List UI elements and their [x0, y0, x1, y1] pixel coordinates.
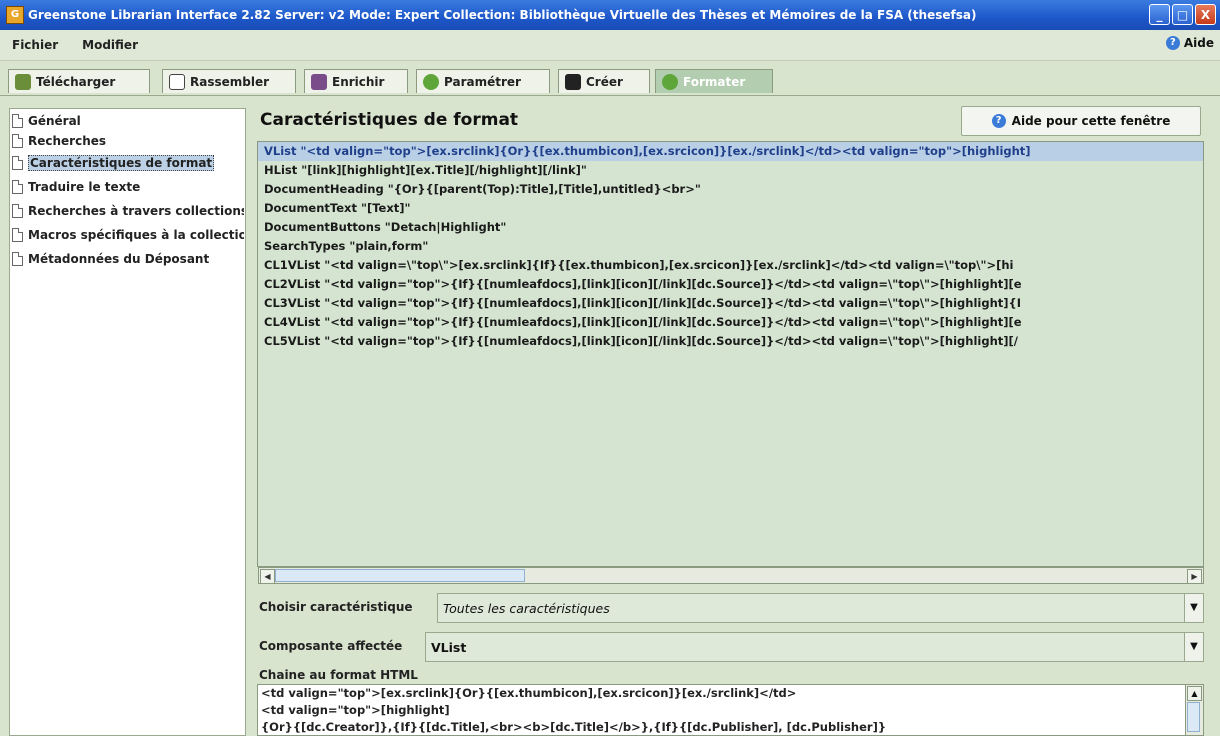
tab-label: Rassembler: [190, 74, 270, 89]
menu-bar: Fichier Modifier ? Aide: [0, 30, 1220, 61]
sidebar-item-macros[interactable]: Macros spécifiques à la collection: [12, 225, 244, 245]
editor-line: <td valign="top">[highlight]: [261, 703, 450, 717]
window-titlebar: G Greenstone Librarian Interface 2.82 Se…: [0, 0, 1220, 30]
sidebar-item-format-features[interactable]: Caractéristiques de format: [12, 153, 244, 173]
sidebar-item-label: Métadonnées du Déposant: [28, 252, 210, 266]
tab-label: Créer: [586, 74, 623, 89]
menu-aide[interactable]: ? Aide: [1165, 36, 1214, 50]
help-icon: ?: [991, 114, 1006, 128]
list-item[interactable]: CL5VList "<td valign="top">{If}{[numleaf…: [258, 332, 1203, 351]
minimize-button[interactable]: _: [1149, 4, 1170, 25]
tab-parametrer[interactable]: Paramétrer: [416, 69, 550, 93]
sidebar-item-label: Caractéristiques de format: [28, 155, 215, 171]
editor-vertical-scrollbar[interactable]: ▲: [1185, 685, 1203, 735]
tab-enrichir[interactable]: Enrichir: [304, 69, 408, 93]
tab-telecharger[interactable]: Télécharger: [8, 69, 150, 93]
html-format-label: Chaine au format HTML: [259, 668, 418, 682]
list-item[interactable]: DocumentButtons "Detach|Highlight": [258, 218, 1203, 237]
tab-formater[interactable]: Formater: [655, 69, 773, 93]
enrich-icon: [311, 73, 327, 90]
sidebar-item-label: Macros spécifiques à la collection: [28, 228, 244, 242]
list-item[interactable]: CL1VList "<td valign=\"top\">[ex.srclink…: [258, 256, 1203, 275]
tab-label: Télécharger: [36, 74, 116, 89]
sidebar-item-label: Général: [28, 114, 81, 128]
scroll-right-arrow-icon[interactable]: ▶: [1187, 569, 1202, 584]
menu-fichier[interactable]: Fichier: [0, 38, 70, 52]
affected-component-label: Composante affectée: [259, 639, 403, 653]
tab-creer[interactable]: Créer: [558, 69, 650, 93]
scroll-thumb[interactable]: [275, 569, 525, 582]
affected-component-value: VList: [431, 640, 467, 655]
create-icon: [565, 73, 581, 90]
list-item[interactable]: DocumentText "[Text]": [258, 199, 1203, 218]
tab-label: Paramétrer: [444, 74, 521, 89]
scroll-thumb[interactable]: [1187, 702, 1200, 732]
document-icon: [12, 252, 23, 266]
download-icon: [15, 73, 31, 90]
format-list-horizontal-scrollbar[interactable]: ◀ ▶: [258, 567, 1204, 584]
chevron-down-icon[interactable]: ▼: [1184, 633, 1203, 661]
document-icon: [12, 180, 23, 194]
page-title: Caractéristiques de format: [260, 110, 519, 130]
window-help-button[interactable]: ? Aide pour cette fenêtre: [961, 106, 1201, 136]
editor-line: <td valign="top">[ex.srclink]{Or}{[ex.th…: [261, 686, 797, 700]
menu-aide-label: Aide: [1183, 36, 1214, 50]
help-icon: ?: [1165, 36, 1180, 50]
list-item[interactable]: DocumentHeading "{Or}{[parent(Top):Title…: [258, 180, 1203, 199]
choose-feature-row: Choisir caractéristique Toutes les carac…: [257, 592, 1204, 624]
scroll-up-arrow-icon[interactable]: ▲: [1187, 686, 1202, 701]
tab-rassembler[interactable]: Rassembler: [162, 69, 296, 93]
document-icon: [12, 114, 23, 128]
menu-modifier[interactable]: Modifier: [70, 38, 150, 52]
list-item[interactable]: VList "<td valign="top">[ex.srclink]{Or}…: [258, 142, 1203, 161]
gear-icon: [662, 73, 678, 90]
list-item[interactable]: SearchTypes "plain,form": [258, 237, 1203, 256]
tab-label: Enrichir: [332, 74, 385, 89]
gear-icon: [423, 73, 439, 90]
tab-label: Formater: [683, 74, 746, 89]
document-icon: [12, 228, 23, 242]
document-icon: [12, 204, 23, 218]
sidebar-item-label: Traduire le texte: [28, 180, 141, 194]
document-icon: [12, 156, 23, 170]
close-button[interactable]: X: [1195, 4, 1216, 25]
list-item[interactable]: CL3VList "<td valign="top">{If}{[numleaf…: [258, 294, 1203, 313]
choose-feature-select[interactable]: Toutes les caractéristiques ▼: [437, 593, 1204, 623]
list-item[interactable]: CL4VList "<td valign="top">{If}{[numleaf…: [258, 313, 1203, 332]
sidebar-item-label: Recherches à travers collections: [28, 204, 244, 218]
format-sidebar: Général Recherches Caractéristiques de f…: [9, 108, 246, 736]
sidebar-item-depositor-metadata[interactable]: Métadonnées du Déposant: [12, 249, 244, 269]
tab-bar: Télécharger Rassembler Enrichir Paramétr…: [0, 61, 1220, 96]
gather-icon: [169, 73, 185, 90]
window-help-label: Aide pour cette fenêtre: [1011, 114, 1171, 128]
sidebar-item-label: Recherches: [28, 134, 107, 148]
list-item[interactable]: HList "[link][highlight][ex.Title][/high…: [258, 161, 1203, 180]
format-list[interactable]: VList "<td valign="top">[ex.srclink]{Or}…: [257, 141, 1204, 567]
sidebar-item-general[interactable]: Général: [12, 111, 244, 131]
choose-feature-label: Choisir caractéristique: [259, 600, 413, 614]
document-icon: [12, 134, 23, 148]
sidebar-item-cross-collection[interactable]: Recherches à travers collections: [12, 201, 244, 221]
affected-component-row: Composante affectée VList ▼: [257, 631, 1204, 663]
html-format-editor[interactable]: <td valign="top">[ex.srclink]{Or}{[ex.th…: [257, 684, 1204, 736]
list-item[interactable]: CL2VList "<td valign="top">{If}{[numleaf…: [258, 275, 1203, 294]
window-controls: _ □ X: [1149, 4, 1216, 25]
chevron-down-icon[interactable]: ▼: [1184, 594, 1203, 622]
sidebar-item-recherches[interactable]: Recherches: [12, 131, 244, 151]
window-title: Greenstone Librarian Interface 2.82 Serv…: [28, 8, 977, 22]
scroll-left-arrow-icon[interactable]: ◀: [260, 569, 275, 584]
maximize-button[interactable]: □: [1172, 4, 1193, 25]
affected-component-select[interactable]: VList ▼: [425, 632, 1204, 662]
sidebar-item-translate[interactable]: Traduire le texte: [12, 177, 244, 197]
choose-feature-value: Toutes les caractéristiques: [443, 601, 610, 616]
editor-line: {Or}{[dc.Creator]},{If}{[dc.Title],<br><…: [261, 720, 887, 734]
greenstone-app-icon: G: [6, 6, 24, 24]
